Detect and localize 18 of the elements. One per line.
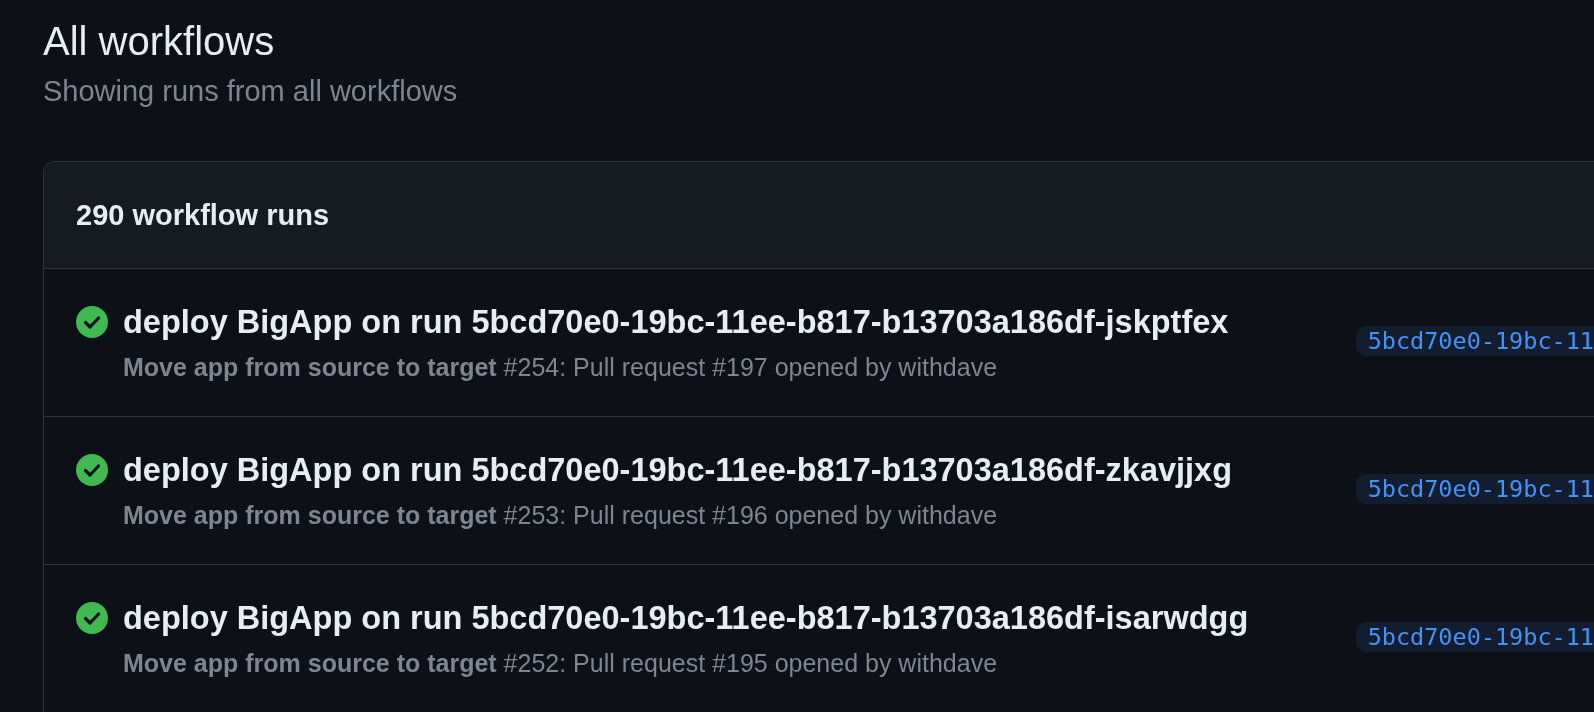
run-description: Move app from source to target #253: Pull request #196 opened by withdave	[123, 500, 999, 530]
check-circle-icon	[76, 306, 108, 338]
run-description: Move app from source to target #252: Pull request #195 opened by withdave	[123, 648, 999, 678]
run-title-link[interactable]: deploy BigApp on run 5bcd70e0-19bc-11ee-b817-b13703a186df-isarwdgg	[123, 599, 1249, 637]
branch-label[interactable]: 5bcd70e0-19bc-11	[1355, 473, 1594, 504]
run-row[interactable]: deploy BigApp on run 5bcd70e0-19bc-11ee-b817-b13703a186df-isarwdgg Move app from source to target #252: Pull request #195 opened by withdave 5bcd70e0-19bc-11	[44, 565, 1594, 712]
run-title-link[interactable]: deploy BigApp on run 5bcd70e0-19bc-11ee-b817-b13703a186df-zkavjjxg	[123, 451, 1233, 489]
branch-label[interactable]: 5bcd70e0-19bc-11	[1355, 325, 1594, 356]
check-circle-icon	[76, 602, 108, 634]
page-title: All workflows	[43, 18, 275, 65]
runs-count: 290 workflow runs	[76, 198, 329, 233]
run-row[interactable]: deploy BigApp on run 5bcd70e0-19bc-11ee-b817-b13703a186df-jskptfex Move app from source to target #254: Pull request #197 opened by withdave 5bcd70e0-19bc-11	[44, 269, 1594, 417]
branch-label[interactable]: 5bcd70e0-19bc-11	[1355, 621, 1594, 652]
page-subtitle: Showing runs from all workflows	[43, 74, 458, 109]
run-title-link[interactable]: deploy BigApp on run 5bcd70e0-19bc-11ee-b817-b13703a186df-jskptfex	[123, 303, 1229, 341]
run-row[interactable]: deploy BigApp on run 5bcd70e0-19bc-11ee-b817-b13703a186df-zkavjjxg Move app from source to target #253: Pull request #196 opened by withdave 5bcd70e0-19bc-11	[44, 417, 1594, 565]
check-circle-icon	[76, 454, 108, 486]
run-description: Move app from source to target #254: Pull request #197 opened by withdave	[123, 352, 999, 382]
